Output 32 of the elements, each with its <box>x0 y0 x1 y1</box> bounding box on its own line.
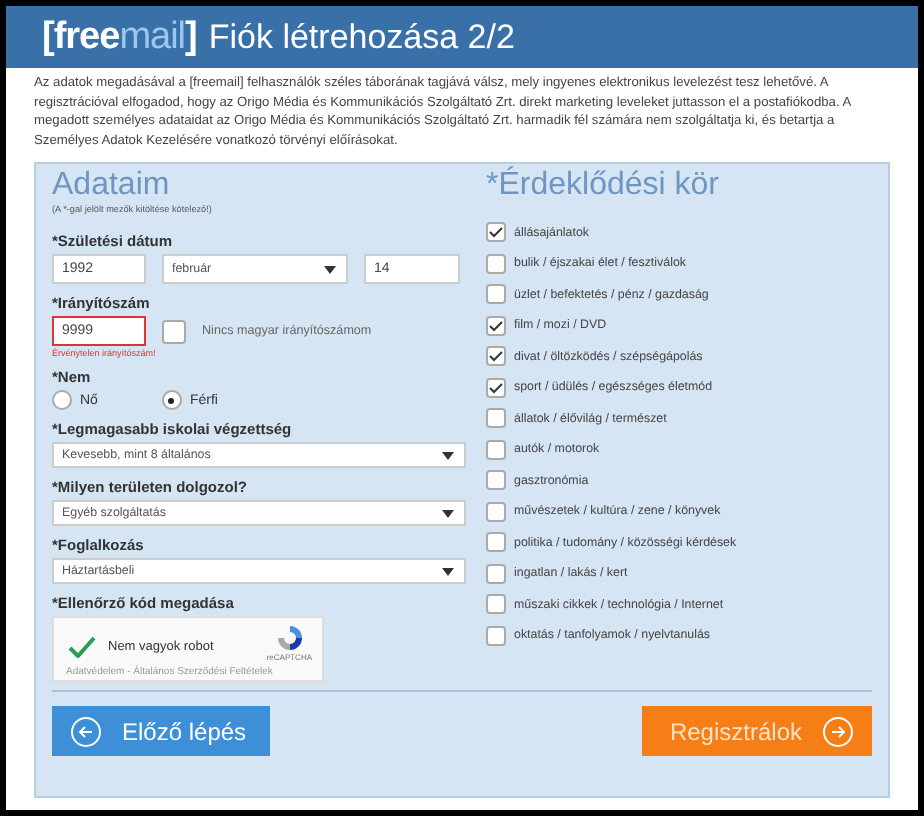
checkbox[interactable] <box>486 594 506 615</box>
caret-icon <box>442 509 454 518</box>
checkbox[interactable] <box>486 532 506 553</box>
section-title: *Érdeklődési kör <box>486 168 721 205</box>
check-icon <box>488 226 504 239</box>
checkbox[interactable] <box>162 319 186 344</box>
check-icon <box>488 381 504 394</box>
radio-button[interactable] <box>161 390 182 411</box>
check-icon <box>488 350 504 363</box>
radio-button[interactable] <box>52 390 72 411</box>
checkbox[interactable] <box>486 408 506 429</box>
checkbox[interactable] <box>486 222 506 243</box>
section-title: Adataim <box>52 168 172 205</box>
checkbox[interactable] <box>486 284 506 305</box>
checkbox[interactable] <box>486 253 506 274</box>
arrow-left-icon <box>70 715 102 748</box>
caret-icon <box>442 451 454 460</box>
page-title: Fiók létrehozása 2/2 <box>208 17 515 57</box>
check-icon <box>488 319 504 332</box>
caret-icon <box>324 265 336 274</box>
checkbox[interactable] <box>486 346 506 367</box>
checkbox[interactable] <box>486 439 506 460</box>
checkbox[interactable] <box>486 470 506 491</box>
caret-icon <box>442 567 454 576</box>
recaptcha-logo-icon <box>275 624 304 653</box>
checkbox[interactable] <box>486 501 506 522</box>
checkbox[interactable] <box>486 315 506 336</box>
logo: [freemail] <box>42 15 197 59</box>
checkbox[interactable] <box>486 377 506 398</box>
checkbox[interactable] <box>486 625 506 646</box>
arrow-right-icon <box>822 715 854 748</box>
checkbox[interactable] <box>486 563 506 584</box>
